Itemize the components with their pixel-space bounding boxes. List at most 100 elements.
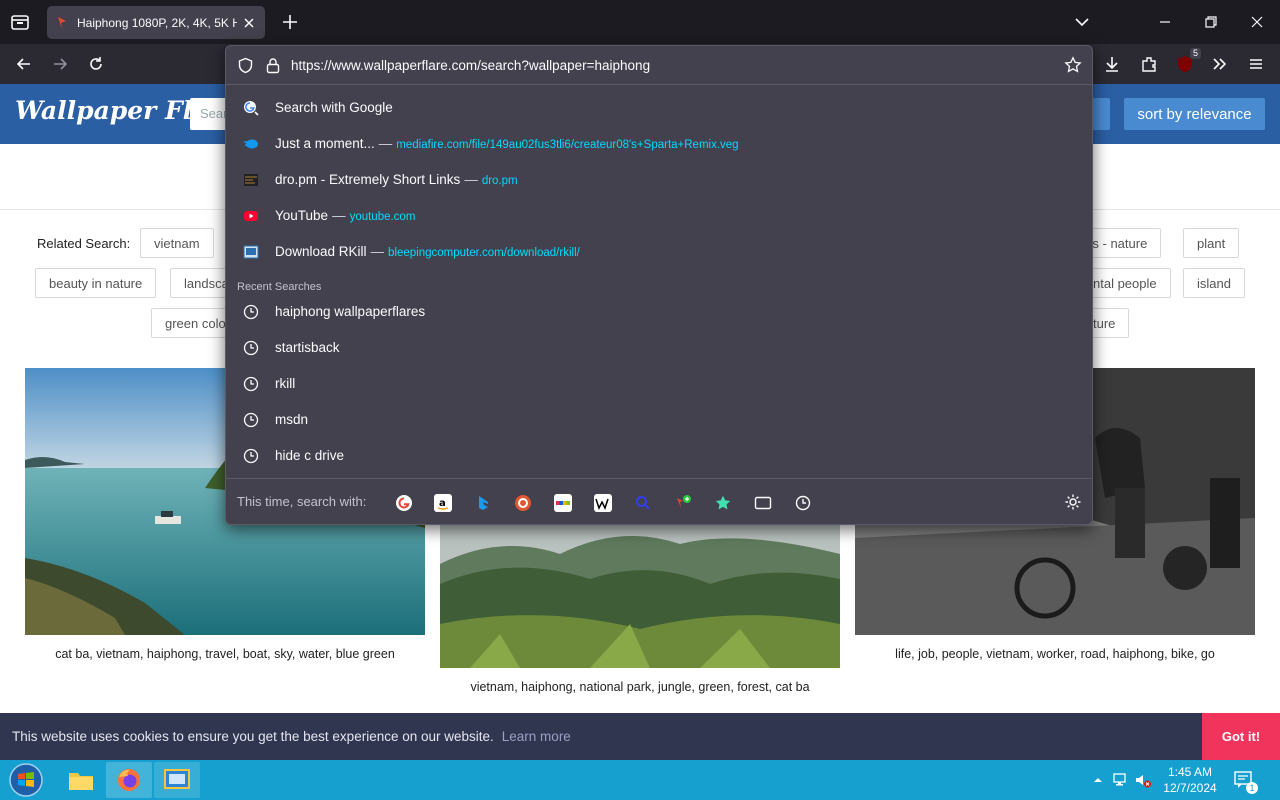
suggestion-separator: — — [332, 208, 346, 223]
recent-search-item[interactable]: msdn — [226, 402, 1092, 438]
url-input[interactable]: https://www.wallpaperflare.com/search?wa… — [291, 58, 650, 73]
bookmark-star-icon[interactable] — [1064, 56, 1082, 74]
tag-plant[interactable]: plant — [1183, 228, 1240, 258]
history-engine-icon[interactable] — [794, 494, 812, 512]
suggestion-title: Download RKill — bleepingcomputer.com/down… — [275, 244, 580, 259]
url-dropdown-panel: https://www.wallpaperflare.com/search?wa… — [225, 45, 1093, 525]
caption-2[interactable]: vietnam, haiphong, national park, jungle… — [440, 680, 840, 694]
firefox-icon — [118, 769, 140, 791]
google-engine-icon[interactable] — [395, 494, 413, 512]
recent-search-text: startisback — [275, 340, 340, 355]
clock-date: 12/7/2024 — [1163, 781, 1217, 795]
cookie-learn-more-link[interactable]: Learn more — [502, 729, 571, 744]
tag-vietnam[interactable]: vietnam — [140, 228, 214, 258]
reload-icon[interactable] — [86, 54, 106, 74]
bing-engine-icon[interactable] — [474, 494, 492, 512]
recent-search-text: haiphong wallpaperflares — [275, 304, 426, 319]
search-with-label: This time, search with: — [237, 494, 367, 509]
extensions-icon[interactable] — [1139, 54, 1159, 74]
menu-icon[interactable] — [1246, 54, 1266, 74]
suggestion-title: Just a moment... — mediafire.com/file/149a… — [275, 136, 739, 151]
amazon-engine-icon[interactable]: a — [434, 494, 452, 512]
lock-icon[interactable] — [265, 57, 281, 74]
suggestion-title-text: dro.pm - Extremely Short Links — [275, 172, 461, 187]
tag-landscape[interactable]: landsca — [170, 268, 230, 298]
suggestion-dropm[interactable]: dro.pm - Extremely Short Links — dro.pm — [226, 162, 1092, 198]
system-clock[interactable]: 1:45 AM 12/7/2024 — [1150, 764, 1230, 796]
suggestion-title: Search with Google — [275, 100, 393, 115]
history-clock-icon — [243, 376, 259, 392]
search-engine-icon[interactable] — [634, 494, 652, 512]
thumb-national-park-jungle[interactable] — [440, 524, 840, 668]
related-search-label: Related Search: — [37, 236, 131, 251]
forward-icon[interactable] — [50, 54, 70, 74]
suggestion-rkill[interactable]: Download RKill — bleepingcomputer.com/down… — [226, 234, 1092, 270]
close-icon[interactable] — [241, 15, 257, 31]
taskbar-firefox[interactable] — [106, 762, 152, 798]
recent-search-item[interactable]: rkill — [226, 366, 1092, 402]
taskbar-explorer[interactable] — [58, 762, 104, 798]
bookmarks-engine-icon[interactable] — [714, 494, 732, 512]
tag-green-color[interactable]: green colo — [151, 308, 227, 338]
suggestion-url: bleepingcomputer.com/download/rkill/ — [388, 247, 580, 259]
caption-1[interactable]: cat ba, vietnam, haiphong, travel, boat,… — [25, 647, 425, 661]
suggestion-title: YouTube — youtube.com — [275, 208, 415, 223]
search-settings-gear-icon[interactable] — [1064, 493, 1082, 511]
sort-button[interactable]: sort by relevance — [1124, 98, 1265, 130]
chevron-down-icon[interactable] — [1072, 12, 1092, 32]
caption-3[interactable]: life, job, people, vietnam, worker, road… — [855, 647, 1255, 661]
cookie-message: This website uses cookies to ensure you … — [12, 729, 571, 744]
folder-icon — [69, 773, 93, 790]
windows-start-icon[interactable] — [6, 762, 46, 798]
tab-list-icon[interactable] — [8, 10, 32, 34]
tag-beauty-in-nature[interactable]: beauty in nature — [35, 268, 157, 298]
back-icon[interactable] — [14, 54, 34, 74]
recent-search-item[interactable]: startisback — [226, 330, 1092, 366]
suggestion-search-google[interactable]: Search with Google — [226, 90, 1092, 126]
suggestion-title-text: Just a moment... — [275, 136, 375, 151]
extension-badge: 5 — [1189, 48, 1201, 59]
recent-search-item[interactable]: hide c drive — [226, 438, 1092, 474]
recent-search-item[interactable]: haiphong wallpaperflares — [226, 294, 1092, 330]
notification-count: 1 — [1246, 782, 1258, 794]
wallpaperflare-favicon-icon — [58, 16, 66, 29]
tag-island[interactable]: island — [1183, 268, 1245, 298]
tag-natural-people[interactable]: ntal people — [1080, 268, 1171, 298]
suggestion-mediafire[interactable]: Just a moment... — mediafire.com/file/149a… — [226, 126, 1092, 162]
restore-icon[interactable] — [1201, 12, 1221, 32]
download-icon[interactable] — [1102, 54, 1122, 74]
taskbar: 1:45 AM 12/7/2024 1 — [0, 760, 1280, 800]
ublock-button[interactable]: 5 — [1175, 48, 1201, 74]
more-tools-icon[interactable] — [1210, 54, 1230, 74]
tabs-engine-icon[interactable] — [754, 494, 772, 512]
cookie-accept-button[interactable]: Got it! — [1202, 713, 1280, 760]
suggestion-title-text: Download RKill — [275, 244, 367, 259]
suggestion-youtube[interactable]: YouTube — youtube.com — [226, 198, 1092, 234]
svg-text:a: a — [439, 498, 446, 509]
network-icon[interactable] — [1112, 771, 1130, 789]
add-engine-icon[interactable] — [674, 494, 692, 512]
youtube-icon — [244, 211, 258, 221]
taskbar-app-window[interactable] — [154, 762, 200, 798]
bleepingcomputer-icon — [243, 245, 259, 259]
tracking-shield-icon[interactable] — [237, 57, 254, 74]
clock-time: 1:45 AM — [1167, 765, 1213, 779]
minimize-icon[interactable] — [1155, 12, 1175, 32]
history-clock-icon — [243, 304, 259, 320]
ebay-engine-icon[interactable] — [554, 494, 572, 512]
close-window-icon[interactable] — [1247, 12, 1267, 32]
suggestion-separator: — — [464, 172, 478, 187]
site-search-input[interactable]: Search — [190, 98, 230, 130]
tab-active[interactable]: Haiphong 1080P, 2K, 4K, 5K HD — [47, 6, 265, 39]
recent-search-text: msdn — [275, 412, 309, 427]
recent-search-text: rkill — [275, 376, 296, 391]
tray-up-arrow-icon[interactable] — [1089, 771, 1107, 789]
cookie-banner: This website uses cookies to ensure you … — [0, 713, 1280, 760]
duckduckgo-engine-icon[interactable] — [514, 494, 532, 512]
suggestion-separator: — — [370, 244, 385, 259]
action-center-button[interactable]: 1 — [1234, 770, 1258, 794]
new-tab-icon[interactable] — [280, 12, 300, 32]
one-off-search-bar: This time, search with: a — [226, 478, 1092, 524]
wikipedia-engine-icon[interactable] — [594, 494, 612, 512]
url-bar[interactable]: https://www.wallpaperflare.com/search?wa… — [226, 46, 1092, 85]
